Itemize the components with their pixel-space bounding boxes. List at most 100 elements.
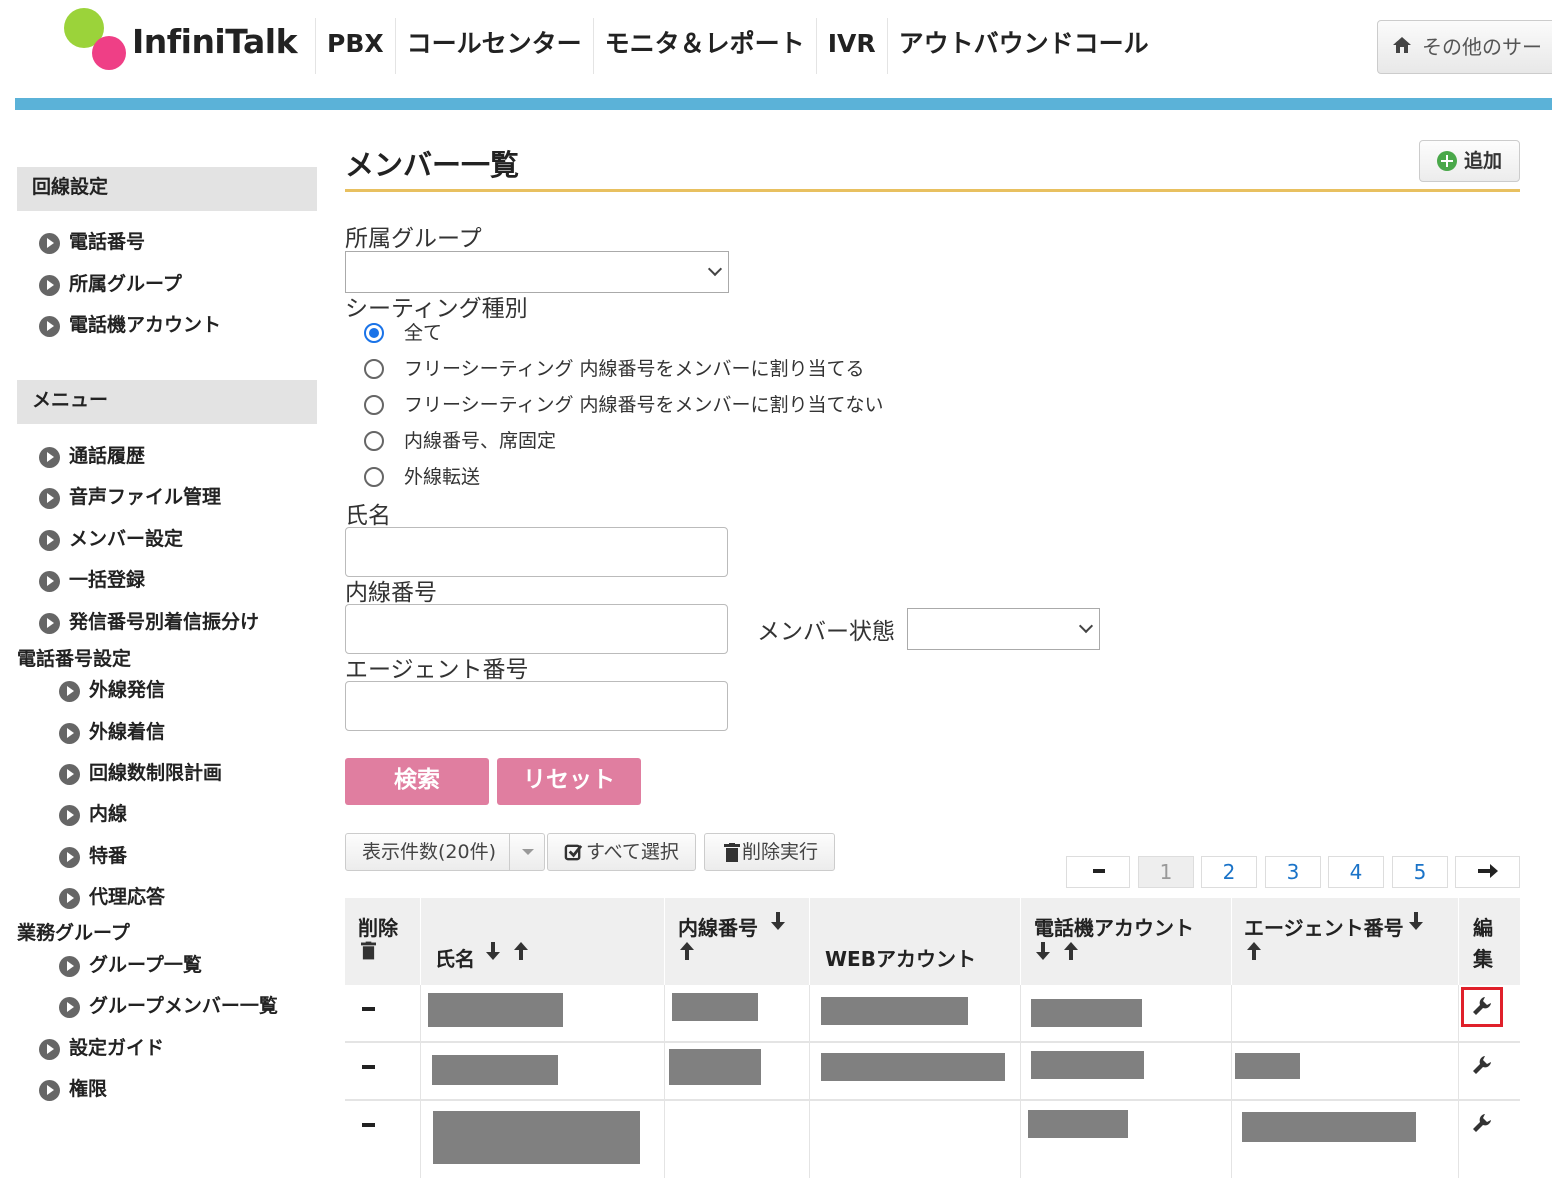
sidebar-item-group-list[interactable]: グループ一覧 (59, 952, 202, 978)
add-member-button[interactable]: 追加 (1419, 140, 1520, 182)
sidebar-item-inbound[interactable]: 外線着信 (59, 719, 165, 745)
nav-ivr[interactable]: IVR (815, 18, 887, 74)
select-all-button[interactable]: すべて選択 (547, 833, 696, 871)
sort-down-icon[interactable] (771, 912, 785, 930)
member-status-select[interactable] (907, 608, 1100, 650)
sidebar-item-line-limit[interactable]: 回線数制限計画 (59, 760, 222, 786)
sidebar-item-setup-guide[interactable]: 設定ガイド (39, 1035, 164, 1061)
extension-input[interactable] (345, 604, 728, 654)
name-label: 氏名 (345, 503, 391, 529)
arrow-circle-icon (39, 571, 60, 592)
pager-page-2[interactable]: 2 (1201, 856, 1257, 888)
redacted-extension (669, 1049, 761, 1085)
redacted-phone-account (1028, 1110, 1128, 1138)
sidebar-item-phone-account[interactable]: 電話機アカウント (39, 312, 221, 338)
agent-number-input[interactable] (345, 681, 728, 731)
sort-up-icon[interactable] (1247, 942, 1261, 960)
sidebar-item-proxy-answer[interactable]: 代理応答 (59, 884, 165, 910)
table-row (345, 985, 1520, 1043)
redacted-name (428, 993, 563, 1027)
delete-execute-button[interactable]: 削除実行 (704, 833, 835, 871)
pager-page-1[interactable]: 1 (1138, 856, 1194, 888)
redacted-extension (672, 993, 758, 1021)
radio-button[interactable] (364, 323, 384, 343)
seating-label: シーティング種別 (345, 296, 528, 322)
sidebar-item-caller-routing[interactable]: 発信番号別着信振分け (39, 609, 259, 635)
header-extension: 内線番号 (665, 898, 810, 985)
arrow-circle-icon (59, 805, 80, 826)
arrow-circle-icon (39, 233, 60, 254)
pager-page-3[interactable]: 3 (1265, 856, 1321, 888)
nav-monitor-report[interactable]: モニタ＆レポート (592, 18, 816, 74)
sidebar-item-extension[interactable]: 内線 (59, 801, 127, 827)
sidebar-group-work: 業務グループ (17, 922, 130, 944)
minus-icon[interactable] (362, 1065, 375, 1069)
nav-call-center[interactable]: コールセンター (394, 18, 593, 74)
seating-option-free-no-assign[interactable]: フリーシーティング 内線番号をメンバーに割り当てない (364, 391, 884, 419)
sidebar-item-special-number[interactable]: 特番 (59, 843, 127, 869)
display-count-dropdown[interactable]: 表示件数(20件) (345, 833, 545, 871)
arrow-circle-icon (39, 1080, 60, 1101)
radio-button[interactable] (364, 467, 384, 487)
arrow-circle-icon (39, 316, 60, 337)
sidebar-group-phone-settings: 電話番号設定 (17, 648, 132, 670)
seating-option-forward[interactable]: 外線転送 (364, 463, 480, 491)
wrench-icon[interactable] (1471, 1112, 1493, 1134)
sidebar-item-outbound[interactable]: 外線発信 (59, 677, 165, 703)
sidebar-item-member-settings[interactable]: メンバー設定 (39, 526, 183, 552)
sidebar-item-permissions[interactable]: 権限 (39, 1076, 107, 1102)
sidebar-item-affiliation-group[interactable]: 所属グループ (39, 271, 182, 297)
table-row (345, 1043, 1520, 1101)
minus-icon[interactable] (362, 1123, 375, 1127)
sort-up-icon[interactable] (680, 942, 694, 960)
wrench-icon[interactable] (1471, 1054, 1493, 1076)
trash-icon (724, 843, 740, 862)
pager-next[interactable] (1455, 856, 1520, 888)
seating-option-all[interactable]: 全て (364, 319, 442, 347)
name-input[interactable] (345, 527, 728, 577)
nav-outbound-call[interactable]: アウトバウンドコール (886, 18, 1160, 74)
page-title: メンバー一覧 (345, 148, 520, 182)
sort-down-icon[interactable] (1409, 912, 1423, 930)
arrow-right-icon (1478, 864, 1498, 878)
sort-down-icon[interactable] (1036, 942, 1050, 960)
seating-option-fixed[interactable]: 内線番号、席固定 (364, 427, 556, 455)
sidebar-section-line-settings: 回線設定 (17, 167, 317, 211)
sort-down-icon[interactable] (486, 942, 500, 960)
radio-button[interactable] (364, 395, 384, 415)
group-select[interactable] (345, 251, 729, 293)
minus-icon[interactable] (362, 1007, 375, 1011)
sidebar-item-call-history[interactable]: 通話履歴 (39, 443, 145, 469)
sidebar-section-menu: メニュー (17, 380, 317, 424)
pager-page-4[interactable]: 4 (1328, 856, 1384, 888)
sidebar-item-audio-files[interactable]: 音声ファイル管理 (39, 484, 221, 510)
wrench-icon[interactable] (1471, 995, 1493, 1017)
other-services-button[interactable]: その他のサー (1377, 20, 1552, 74)
pager-prev[interactable] (1066, 856, 1130, 888)
arrow-circle-icon (39, 613, 60, 634)
sidebar-item-group-members[interactable]: グループメンバー一覧 (59, 993, 278, 1019)
radio-button[interactable] (364, 431, 384, 451)
sidebar-item-bulk-register[interactable]: 一括登録 (39, 567, 145, 593)
sort-up-icon[interactable] (514, 942, 528, 960)
table-header: 削除 氏名 内線番号 WEBアカウント 電話機アカウント エージェント番号 編 (345, 898, 1520, 985)
search-button[interactable]: 検索 (345, 758, 489, 805)
seating-option-free-assign[interactable]: フリーシーティング 内線番号をメンバーに割り当てる (364, 355, 865, 383)
reset-button[interactable]: リセット (497, 758, 641, 805)
app-header: InfiniTalk PBX コールセンター モニタ＆レポート IVR アウトバ… (0, 0, 1552, 98)
radio-button[interactable] (364, 359, 384, 379)
header-web-account: WEBアカウント (810, 898, 1021, 985)
pager-page-5[interactable]: 5 (1392, 856, 1448, 888)
redacted-agent-number (1235, 1053, 1300, 1079)
sort-up-icon[interactable] (1064, 942, 1078, 960)
nav-pbx[interactable]: PBX (315, 18, 395, 74)
header-phone-account: 電話機アカウント (1021, 898, 1232, 985)
sidebar-item-phone-number[interactable]: 電話番号 (39, 229, 145, 255)
infinitalk-logo[interactable]: InfiniTalk (62, 8, 298, 72)
table-row (345, 1101, 1520, 1178)
arrow-circle-icon (39, 447, 60, 468)
arrow-circle-icon (59, 956, 80, 977)
other-services-label: その他のサー (1422, 35, 1542, 59)
logo-text: InfiniTalk (132, 22, 298, 61)
arrow-circle-icon (59, 997, 80, 1018)
